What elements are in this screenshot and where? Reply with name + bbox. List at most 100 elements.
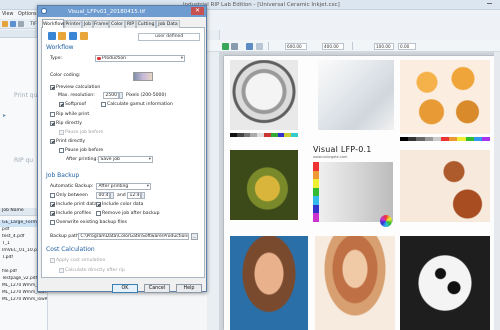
print-queue-label: Print qu [14, 92, 38, 99]
time-to-input[interactable]: 12:40 [127, 192, 141, 199]
apply-cost-label: Apply cost simulation [56, 258, 106, 263]
preset-field[interactable]: user defined [138, 32, 200, 41]
open-icon[interactable] [2, 21, 8, 27]
max-res-unit: Pixels (200-5000) [126, 93, 167, 98]
calc-gamut-checkbox[interactable] [101, 102, 106, 107]
pause-ripped-label: Pause job before [65, 130, 104, 135]
type-select[interactable]: Production [95, 55, 185, 62]
dialog-tabs: Workflow Printer Job Frame Color RIP Cut… [41, 19, 205, 28]
save-icon[interactable] [48, 32, 56, 40]
auto-backup-select[interactable]: After printing [96, 183, 151, 190]
tab-workflow[interactable]: Workflow [42, 19, 64, 28]
menu-options[interactable]: Options [18, 12, 37, 17]
rip-directly-label: Rip directly [56, 121, 82, 126]
color-strip [230, 133, 298, 137]
time-from-input[interactable]: 00:49 [96, 192, 110, 199]
tab-printer[interactable]: Printer [64, 20, 82, 28]
tab-rip[interactable]: RIP [125, 20, 136, 28]
portrait-photo [230, 236, 308, 330]
arrow-icon[interactable] [2, 113, 7, 118]
backup-path-label: Backup path: [50, 234, 81, 239]
fruit-photo [400, 60, 490, 134]
tab-color[interactable]: Color [109, 20, 125, 28]
overwrite-checkbox[interactable] [50, 220, 55, 225]
max-res-label: Max. resolution: [58, 93, 95, 98]
frog-photo [230, 150, 298, 220]
softproof-label: Softproof [65, 102, 87, 107]
help-button[interactable]: Help [176, 284, 202, 293]
only-between-checkbox[interactable] [50, 193, 55, 198]
open-icon[interactable] [80, 32, 88, 40]
app-icon [41, 8, 47, 14]
cancel-button[interactable]: Cancel [144, 284, 170, 293]
after-printing-select[interactable]: Save job [98, 156, 153, 163]
job-settings-dialog: Visual_LFPv01_20180415.tif ✕ Workflow Pr… [37, 5, 207, 293]
include-color-data-checkbox[interactable] [96, 202, 101, 207]
include-print-data-label: Include print data [56, 202, 97, 207]
calc-after-rip-checkbox[interactable] [59, 268, 64, 273]
tab-job[interactable]: Job [82, 20, 93, 28]
remove-after-checkbox[interactable] [96, 211, 101, 216]
cost-heading: Cost Calculation [46, 246, 95, 253]
time-from-spinner[interactable] [110, 192, 114, 199]
woman-photo [315, 236, 395, 330]
status-dot-icon [97, 56, 101, 60]
time-to-spinner[interactable] [141, 192, 145, 199]
max-res-input[interactable]: 2500 [103, 92, 119, 99]
width-field[interactable]: 600.00 [285, 42, 307, 50]
apply-cost-checkbox[interactable] [50, 258, 55, 263]
rip-while-print-label: Rip while print [56, 112, 90, 117]
max-res-spinner[interactable] [119, 92, 123, 99]
separator [352, 42, 353, 50]
only-between-label: Only between [56, 193, 88, 198]
close-button[interactable]: ✕ [191, 7, 204, 15]
softproof-checkbox[interactable] [59, 102, 64, 107]
browse-button[interactable]: … [191, 233, 198, 240]
file-row[interactable]: ML_1270 Wmm_lowRI.pdf [0, 297, 47, 303]
tab-frame[interactable]: Frame [93, 20, 109, 28]
x-field[interactable]: 0.00 [398, 42, 416, 50]
dialog-title-bar: Visual_LFPv01_20180415.tif ✕ [38, 6, 206, 17]
minimize-icon[interactable] [487, 3, 492, 4]
fit-icon[interactable] [246, 43, 253, 50]
save-as-icon[interactable] [69, 32, 77, 40]
height-field[interactable]: 400.00 [322, 42, 344, 50]
glass-photo [318, 60, 394, 130]
folder-icon[interactable] [58, 32, 66, 40]
menu-view[interactable]: View [2, 12, 13, 17]
backup-path-input[interactable]: C:\ProgramData\ColorGate\Software\Produc… [78, 233, 189, 240]
preview-scrollbar[interactable] [494, 52, 500, 330]
color-coding-swatch[interactable] [133, 72, 153, 81]
zoom-icon[interactable] [256, 43, 263, 50]
include-print-data-checkbox[interactable] [50, 202, 55, 207]
rip-while-print-checkbox[interactable] [50, 112, 55, 117]
zoom-field[interactable]: 100.00 [374, 42, 394, 50]
ok-button[interactable]: OK [112, 284, 138, 293]
color-coding-label: Color coding: [50, 73, 81, 78]
job-backup-heading: Job Backup [46, 172, 80, 179]
calc-after-rip-label: Calculate directly after rip [65, 268, 125, 273]
remove-after-label: Remove job after backup [102, 211, 160, 216]
add-icon[interactable] [222, 43, 229, 50]
calc-gamut-label: Calculate gamut information [107, 102, 173, 107]
move-icon[interactable] [231, 43, 238, 50]
dessert-photo [400, 150, 490, 222]
pause-ripped-checkbox[interactable] [59, 130, 64, 135]
color-strip [400, 137, 491, 141]
tab-cutting[interactable]: Cutting [136, 20, 156, 28]
print-directly-checkbox[interactable] [50, 139, 55, 144]
preview-title: Visual LFP-0.1 [313, 145, 372, 154]
rip-directly-checkbox[interactable] [50, 121, 55, 126]
rip-queue-label: RIP qu [14, 157, 34, 164]
preview-calc-checkbox[interactable] [50, 85, 55, 90]
folder-icon[interactable] [10, 21, 16, 27]
and-label: and [117, 193, 126, 198]
color-column [313, 162, 319, 223]
tab-job-data[interactable]: Job Data [156, 20, 180, 28]
printer-icon[interactable] [18, 21, 24, 27]
watch-photo [230, 60, 298, 130]
grey-ramp [313, 162, 393, 222]
pause-print-checkbox[interactable] [59, 148, 64, 153]
include-color-data-label: Include color data [102, 202, 144, 207]
include-profiles-checkbox[interactable] [50, 211, 55, 216]
